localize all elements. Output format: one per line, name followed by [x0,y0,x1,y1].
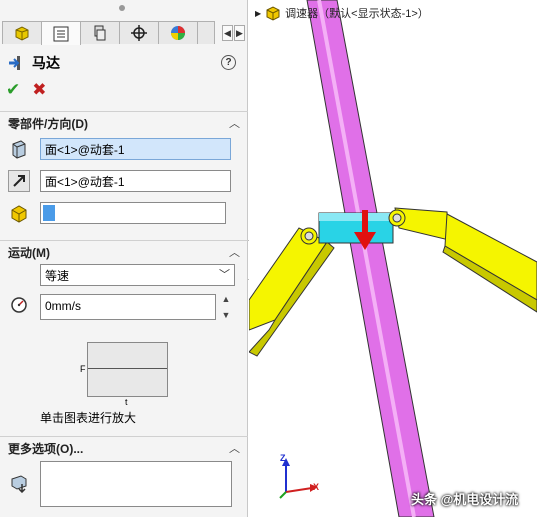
expand-arrow-icon[interactable]: ▶ [255,9,261,18]
right-pin-hole [392,213,402,223]
section-title: 运动(M) [8,246,50,260]
component-direction-section-header[interactable]: 零部件/方向(D) ︿ [0,111,248,131]
panel-header: 马达 [8,53,60,73]
panel-grip-handle[interactable] [119,5,125,11]
speed-input[interactable]: 0mm/s [40,294,216,320]
tab-dimxpert-manager[interactable] [119,21,159,44]
display-manager-icon [171,26,185,40]
axis-x-label: X [313,482,320,492]
load-bearing-faces-icon [8,472,30,494]
page-title: 马达 [32,55,60,71]
property-manager-icon [53,26,69,41]
graph-caption: 单击图表进行放大 [40,411,137,425]
graph-x-label: t [125,397,128,407]
graph-y-label: F [80,364,86,374]
chevron-down-icon: ﹀ [219,269,230,281]
speed-stepper[interactable]: ▲ ▼ [219,294,233,320]
left-pin-hole [304,231,314,241]
tab-scroll-left-icon[interactable]: ◀ [222,25,233,41]
profile-line [88,368,167,369]
rod-highlight [317,0,416,517]
section-title: 零部件/方向(D) [8,117,88,131]
left-arm [249,227,328,331]
direction-toggle-button[interactable] [8,170,30,192]
motion-profile-graph[interactable] [87,342,168,397]
collapse-icon[interactable]: ︿ [229,115,240,131]
tab-feature-manager[interactable] [2,21,42,44]
assembly-tree-item[interactable]: ▶ 调速器（默认<显示状态-1>） [255,5,429,21]
collapse-icon[interactable]: ︿ [229,440,240,456]
component-to-move-field[interactable] [40,202,226,224]
motion-type-select[interactable]: 等速 ﹀ [40,264,235,286]
ok-button[interactable]: ✔ [6,80,20,100]
more-options-section-header[interactable]: 更多选项(O)... ︿ [0,436,248,456]
motor-icon [9,56,20,70]
collapse-icon[interactable]: ︿ [229,244,240,260]
stepper-up-icon[interactable]: ▲ [222,294,231,304]
direction-face-field[interactable]: 面<1>@动套-1 [40,170,231,192]
help-button[interactable]: ? [221,55,236,70]
feature-manager-icon [15,26,29,41]
tab-configuration-manager[interactable] [80,21,120,44]
watermark-text: 头条 @机电设计流 [411,492,519,507]
tab-display-manager[interactable] [158,21,198,44]
property-manager-panel: ◀ ▶ 马达 ? ✔ ✖ 零部件/方向(D) ︿ 面<1>@动套-1 面<1>@… [0,0,248,517]
model-scene [249,0,537,517]
tab-scroll-right-icon[interactable]: ▶ [234,25,245,41]
speedometer-icon [8,294,30,316]
motion-type-value: 等速 [45,269,70,283]
tab-property-manager[interactable] [41,21,81,45]
configuration-manager-icon [94,25,106,41]
tab-overflow[interactable] [197,21,215,44]
assembly-name: 调速器（默认<显示状态-1>） [285,8,429,20]
face-location-icon [8,138,30,160]
section-title: 更多选项(O)... [8,442,84,456]
reverse-direction-icon [13,175,25,187]
graphics-viewport[interactable]: ▶ 调速器（默认<显示状态-1>） Z X [249,0,537,517]
selection-color-swatch [43,205,55,221]
axis-z-label: Z [280,453,286,463]
sleeve-highlight [319,213,393,221]
location-face-field[interactable]: 面<1>@动套-1 [40,138,231,160]
cancel-button[interactable]: ✖ [32,80,46,100]
crosshair-icon [131,25,147,41]
motion-section-header[interactable]: 运动(M) ︿ [0,240,248,260]
manager-tab-bar: ◀ ▶ [0,0,248,45]
stepper-down-icon[interactable]: ▼ [222,310,231,320]
component-move-icon [8,202,30,224]
ok-cancel-row: ✔ ✖ [6,80,47,100]
more-options-list[interactable] [40,461,232,507]
assembly-icon [266,6,280,21]
